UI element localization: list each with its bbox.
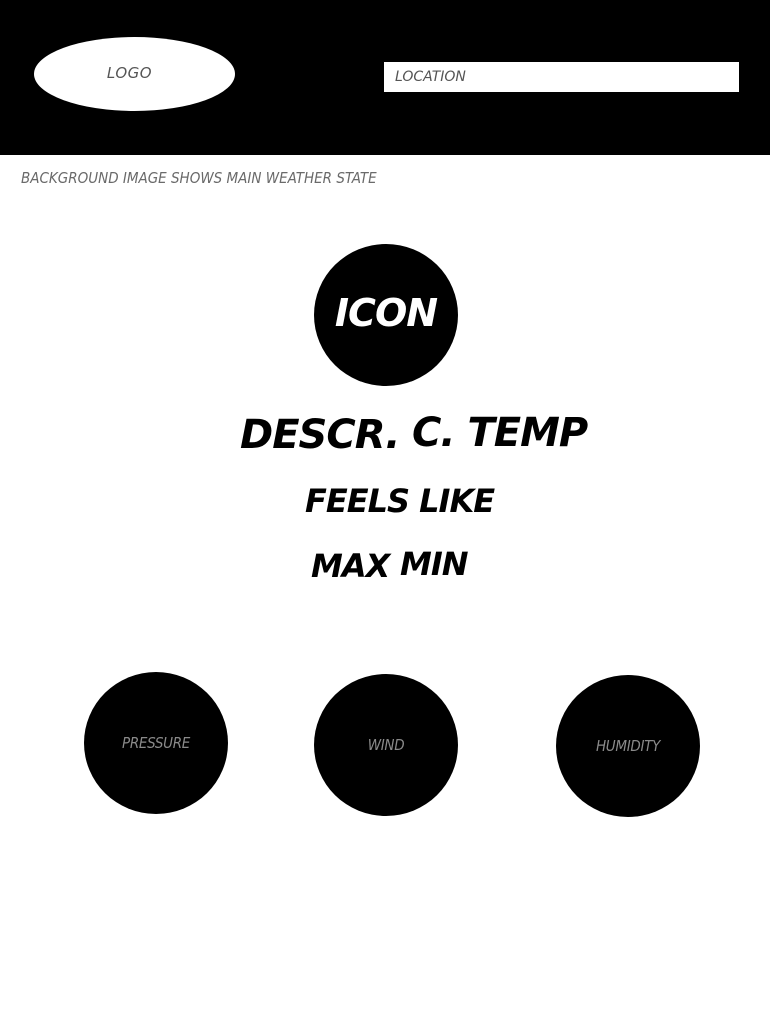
max-temperature: MAX — [311, 547, 390, 585]
logo-label: LOGO — [106, 64, 153, 82]
logo[interactable]: LOGO — [34, 37, 235, 111]
header-bar: LOGO — [0, 0, 770, 155]
location-input[interactable] — [384, 62, 739, 92]
pressure-circle: PRESSURE — [84, 672, 228, 814]
min-temperature: MIN — [400, 545, 469, 583]
humidity-label: HUMIDITY — [595, 737, 661, 755]
background-note: BACKGROUND IMAGE SHOWS MAIN WEATHER STAT… — [21, 169, 377, 187]
wind-circle: WIND — [314, 674, 458, 816]
pressure-label: PRESSURE — [121, 734, 191, 752]
wind-label: WIND — [367, 736, 405, 754]
humidity-circle: HUMIDITY — [556, 675, 700, 817]
weather-icon: ICON — [314, 244, 458, 386]
weather-icon-label: ICON — [334, 291, 438, 335]
feels-like-temperature: FEELS LIKE — [305, 482, 495, 520]
current-temperature: C. TEMP — [412, 410, 588, 456]
weather-description: DESCR. — [240, 412, 400, 458]
